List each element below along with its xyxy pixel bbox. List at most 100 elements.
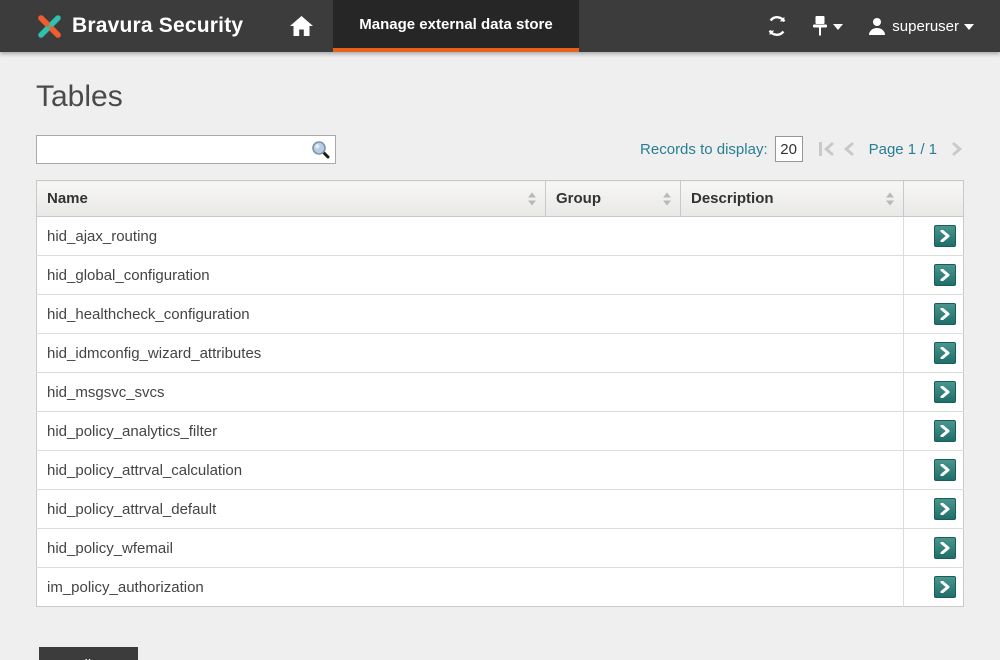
table-row: hid_policy_attrval_calculation <box>37 451 964 490</box>
replicate-button[interactable]: Replicate <box>39 647 138 660</box>
page-indicator: Page 1 / 1 <box>869 141 937 158</box>
cell-group <box>546 334 681 373</box>
tab-manage-external-data-store[interactable]: Manage external data store <box>333 0 578 52</box>
main-content: Tables Records to display: <box>0 80 1000 660</box>
column-header-name[interactable]: Name <box>37 181 546 217</box>
cell-description <box>681 412 904 451</box>
chevron-down-icon <box>833 24 843 30</box>
tables-table: Name Group Description hid_ajax_routing <box>36 180 964 607</box>
open-table-button[interactable] <box>934 264 956 286</box>
open-table-button[interactable] <box>934 537 956 559</box>
cell-actions <box>904 490 964 529</box>
open-table-button[interactable] <box>934 459 956 481</box>
bravura-logo-icon <box>36 13 63 40</box>
table-row: hid_ajax_routing <box>37 217 964 256</box>
cell-description <box>681 568 904 607</box>
table-row: hid_global_configuration <box>37 256 964 295</box>
cell-description <box>681 334 904 373</box>
open-table-button[interactable] <box>934 303 956 325</box>
table-row: hid_policy_attrval_default <box>37 490 964 529</box>
column-header-group[interactable]: Group <box>546 181 681 217</box>
pin-menu-button[interactable] <box>812 15 843 37</box>
pin-icon <box>812 15 828 37</box>
cell-group <box>546 412 681 451</box>
search-box <box>36 135 336 164</box>
refresh-button[interactable] <box>766 15 788 37</box>
table-header-row: Name Group Description <box>37 181 964 217</box>
cell-group <box>546 490 681 529</box>
records-to-display-label: Records to display: <box>640 141 768 158</box>
cell-description <box>681 256 904 295</box>
app-header: Bravura Security Manage external data st… <box>0 0 1000 52</box>
table-controls: Records to display: Page 1 / 1 <box>36 134 964 164</box>
table-row: hid_idmconfig_wizard_attributes <box>37 334 964 373</box>
cell-actions <box>904 373 964 412</box>
brand-name: Bravura Security <box>72 14 243 38</box>
cell-name: hid_msgsvc_svcs <box>37 373 546 412</box>
cell-name: hid_healthcheck_configuration <box>37 295 546 334</box>
sort-icon <box>886 192 894 205</box>
username-label: superuser <box>892 18 959 35</box>
cell-actions <box>904 334 964 373</box>
cell-description <box>681 490 904 529</box>
cell-description <box>681 451 904 490</box>
table-row: hid_policy_wfemail <box>37 529 964 568</box>
cell-group <box>546 295 681 334</box>
records-to-display-input[interactable] <box>775 136 803 162</box>
header-actions: superuser <box>766 0 1000 52</box>
cell-group <box>546 529 681 568</box>
home-icon <box>289 15 314 37</box>
cell-name: hid_idmconfig_wizard_attributes <box>37 334 546 373</box>
cell-actions <box>904 295 964 334</box>
table-body: hid_ajax_routing hid_global_configuratio… <box>37 217 964 607</box>
cell-group <box>546 373 681 412</box>
previous-page-icon[interactable] <box>842 141 854 157</box>
cell-actions <box>904 529 964 568</box>
cell-description <box>681 217 904 256</box>
cell-actions <box>904 568 964 607</box>
cell-group <box>546 568 681 607</box>
cell-actions <box>904 412 964 451</box>
open-table-button[interactable] <box>934 225 956 247</box>
cell-name: hid_global_configuration <box>37 256 546 295</box>
brand: Bravura Security <box>0 0 243 52</box>
sort-icon <box>528 192 536 205</box>
active-tab-label: Manage external data store <box>359 16 552 33</box>
cell-group <box>546 451 681 490</box>
open-table-button[interactable] <box>934 381 956 403</box>
user-icon <box>867 16 887 36</box>
open-table-button[interactable] <box>934 342 956 364</box>
page-title: Tables <box>36 80 964 114</box>
search-icon[interactable] <box>311 140 330 164</box>
cell-name: hid_policy_attrval_calculation <box>37 451 546 490</box>
cell-name: hid_policy_wfemail <box>37 529 546 568</box>
cell-actions <box>904 217 964 256</box>
cell-actions <box>904 451 964 490</box>
user-menu-button[interactable]: superuser <box>867 16 974 36</box>
chevron-down-icon <box>964 24 974 30</box>
cell-name: hid_policy_analytics_filter <box>37 412 546 451</box>
cell-actions <box>904 256 964 295</box>
cell-description <box>681 529 904 568</box>
sort-icon <box>663 192 671 205</box>
table-row: im_policy_authorization <box>37 568 964 607</box>
home-button[interactable] <box>269 0 333 52</box>
table-row: hid_msgsvc_svcs <box>37 373 964 412</box>
next-page-icon[interactable] <box>952 141 964 157</box>
first-page-icon[interactable] <box>818 141 835 157</box>
table-row: hid_policy_analytics_filter <box>37 412 964 451</box>
cell-group <box>546 217 681 256</box>
cell-name: hid_policy_attrval_default <box>37 490 546 529</box>
cell-description <box>681 295 904 334</box>
cell-description <box>681 373 904 412</box>
open-table-button[interactable] <box>934 420 956 442</box>
open-table-button[interactable] <box>934 576 956 598</box>
search-input[interactable] <box>36 135 336 164</box>
cell-name: hid_ajax_routing <box>37 217 546 256</box>
column-header-actions <box>904 181 964 217</box>
open-table-button[interactable] <box>934 498 956 520</box>
column-header-description[interactable]: Description <box>681 181 904 217</box>
pagination-controls: Records to display: Page 1 / 1 <box>640 136 964 162</box>
cell-name: im_policy_authorization <box>37 568 546 607</box>
cell-group <box>546 256 681 295</box>
